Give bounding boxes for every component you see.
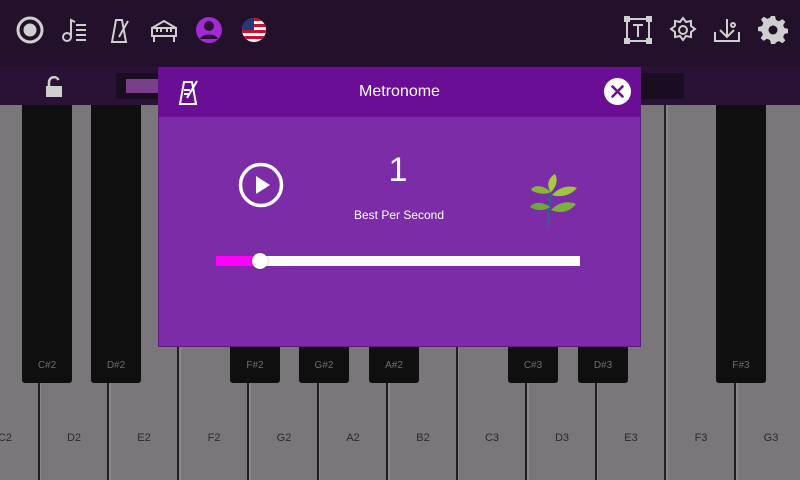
text-frame-icon[interactable] [622,14,654,46]
leaf-icon [527,170,581,228]
download-song-icon[interactable] [711,14,743,46]
tempo-slider[interactable] [216,253,580,269]
song-list-icon[interactable] [58,14,90,46]
play-icon [238,162,284,208]
top-toolbar [0,0,800,66]
black-key[interactable]: C#2 [22,105,72,383]
settings-badge-icon[interactable] [667,14,699,46]
profile-icon[interactable] [193,14,225,46]
slider-track[interactable] [216,256,580,266]
unlock-icon[interactable] [44,75,64,98]
metronome-icon[interactable] [103,14,135,46]
piano-icon[interactable] [148,14,180,46]
gear-icon[interactable] [757,14,789,46]
keyboard-range-marker[interactable] [126,79,160,93]
close-button[interactable] [604,78,631,105]
bps-label: Best Per Second [353,208,445,222]
bps-value: 1 [388,151,408,189]
slider-thumb[interactable] [252,253,268,269]
dialog-header: Metronome [159,68,640,117]
us-flag-icon[interactable] [238,14,270,46]
black-key[interactable]: F#3 [716,105,766,383]
dialog-title: Metronome [359,83,440,100]
play-button[interactable] [238,162,284,208]
metronome-dialog: Metronome 1 Best Per Second [159,68,640,346]
black-key[interactable]: D#2 [91,105,141,383]
record-icon[interactable] [14,14,46,46]
close-icon [611,85,624,98]
